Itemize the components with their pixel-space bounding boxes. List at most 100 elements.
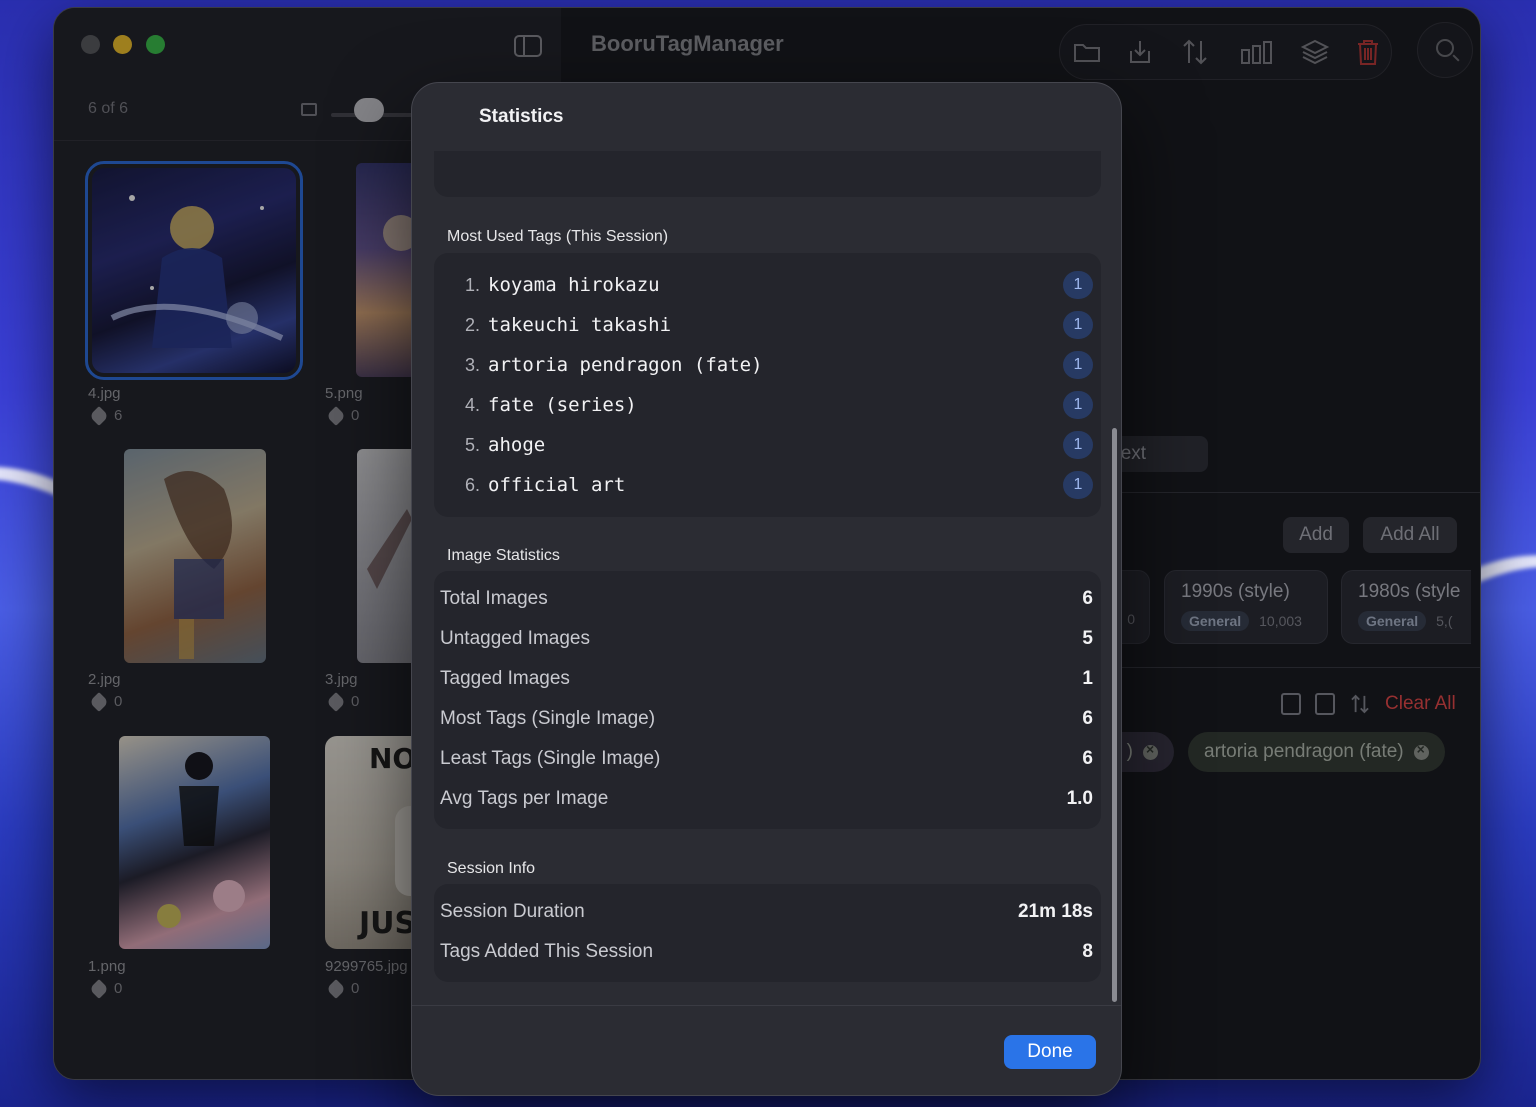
tag-count-value: 0 [114,693,123,710]
paste-icon[interactable] [1315,693,1335,715]
tag-actions: Clear All [1281,693,1456,715]
tag-name: artoria pendragon (fate) [488,354,763,376]
toolbar [1059,24,1392,80]
section-header-session: Session Info [447,860,536,877]
close-window-button[interactable] [81,35,100,54]
rank: 2. [464,314,480,335]
tag-name: takeuchi takashi [488,314,672,336]
remove-tag-icon[interactable] [1413,741,1429,760]
maximize-window-button[interactable] [146,35,165,54]
tag-count-value: 6 [114,407,123,424]
thumbnail-filename: 1.png [88,958,126,975]
list-item: 3. artoria pendragon (fate) 1 [434,345,1101,385]
artwork-image [367,509,412,589]
stat-label: Avg Tags per Image [440,788,609,809]
list-item: 1. koyama hirokazu 1 [434,265,1101,305]
thumbnail-tag-count: 0 [326,405,360,426]
tag-chip[interactable]: artoria pendragon (fate) [1188,732,1445,772]
thumbnail-4-jpg[interactable] [85,161,303,380]
folder-icon[interactable] [1072,37,1102,67]
tag-chip-label: ) [1126,741,1133,762]
category-badge: General [1358,611,1427,631]
search-icon-handle [1452,54,1460,62]
tag-icon [89,691,109,712]
image-count-label: 6 of 6 [88,100,129,117]
list-item: 2. takeuchi takashi 1 [434,305,1101,345]
stat-row: Avg Tags per Image 1.0 [434,780,1101,820]
meme-text-top: NO [369,742,417,775]
tag-name: koyama hirokazu [488,274,660,296]
stat-row: Most Tags (Single Image) 6 [434,700,1101,740]
thumbnail-filename: 3.jpg [325,671,358,688]
count-badge: 1 [1063,391,1093,419]
rank: 1. [464,274,480,295]
stat-value: 21m 18s [1017,901,1093,922]
suggestion-title: 1980s (style [1358,581,1461,602]
stat-label: Least Tags (Single Image) [440,748,661,769]
list-item: 6. official art 1 [434,465,1101,505]
app-title: BooruTagManager [591,31,784,56]
rank: 5. [464,434,480,455]
stat-row: Total Images 6 [434,580,1101,620]
tag-count-value: 0 [351,693,360,710]
slider-handle[interactable] [354,98,384,122]
stat-row: Tags Added This Session 8 [434,933,1101,973]
thumbnail-5-png[interactable] [356,163,416,377]
suggestion-meta: General 10,003 [1181,611,1311,631]
suggestion-card[interactable]: 1980s (style General 5,( [1341,570,1471,644]
sort-icon[interactable] [1180,37,1210,67]
remove-tag-icon[interactable] [1143,741,1158,760]
scrollbar[interactable] [1112,428,1117,1002]
tag-count-value: 0 [351,407,360,424]
tag-icon [326,978,346,999]
suggestion-count: 0 [1127,611,1135,627]
tag-icon [326,405,346,426]
stat-label: Session Duration [440,901,585,922]
thumbnail-filename: 4.jpg [88,385,121,402]
stat-row: Least Tags (Single Image) 6 [434,740,1101,780]
scrolled-card [434,151,1101,197]
add-button[interactable]: Add [1283,517,1349,553]
stat-value: 6 [1082,708,1093,729]
list-item: 4. fate (series) 1 [434,385,1101,425]
add-all-button[interactable]: Add All [1363,517,1457,553]
stat-row: Untagged Images 5 [434,620,1101,660]
trash-icon[interactable] [1353,37,1383,67]
dialog-title: Statistics [479,106,564,127]
tag-name: fate (series) [488,394,637,416]
search-button[interactable] [1417,22,1473,78]
count-badge: 1 [1063,471,1093,499]
tag-count-value: 0 [114,980,123,997]
count-badge: 1 [1063,271,1093,299]
minimize-window-button[interactable] [113,35,132,54]
thumbnail-2-jpg[interactable] [124,449,266,663]
clear-all-button[interactable]: Clear All [1385,693,1456,715]
section-header-most-used: Most Used Tags (This Session) [447,228,669,245]
import-icon[interactable] [1125,37,1155,67]
rank: 3. [464,354,480,375]
thumbnail-3-jpg[interactable] [357,449,417,663]
suggestion-count: 10,003 [1259,613,1302,629]
titlebar [54,8,561,83]
thumbnail-tag-count: 6 [89,405,123,426]
stat-value: 6 [1082,748,1093,769]
stat-row: Session Duration 21m 18s [434,893,1101,933]
meme-text-bottom: JUST [359,906,417,941]
thumbnail-1-png[interactable] [119,736,270,949]
thumbnail-9299765-jpg[interactable]: NO JUST [325,736,417,949]
tag-name: ahoge [488,434,546,456]
suggestion-card[interactable]: 1990s (style) General 10,003 [1164,570,1328,644]
stat-label: Tagged Images [440,668,570,689]
sort-icon[interactable] [1349,693,1371,715]
done-button[interactable]: Done [1004,1035,1096,1069]
artwork-image [110,195,284,348]
thumbnail-tag-count: 0 [326,978,360,999]
sidebar-toggle-icon[interactable] [514,35,542,57]
suggestion-count: 5,( [1436,613,1453,629]
count-badge: 1 [1063,351,1093,379]
layers-icon[interactable] [1300,37,1330,67]
tag-count-value: 0 [351,980,360,997]
list-item: 5. ahoge 1 [434,425,1101,465]
copy-icon[interactable] [1281,693,1301,715]
chart-icon[interactable] [1240,37,1274,67]
